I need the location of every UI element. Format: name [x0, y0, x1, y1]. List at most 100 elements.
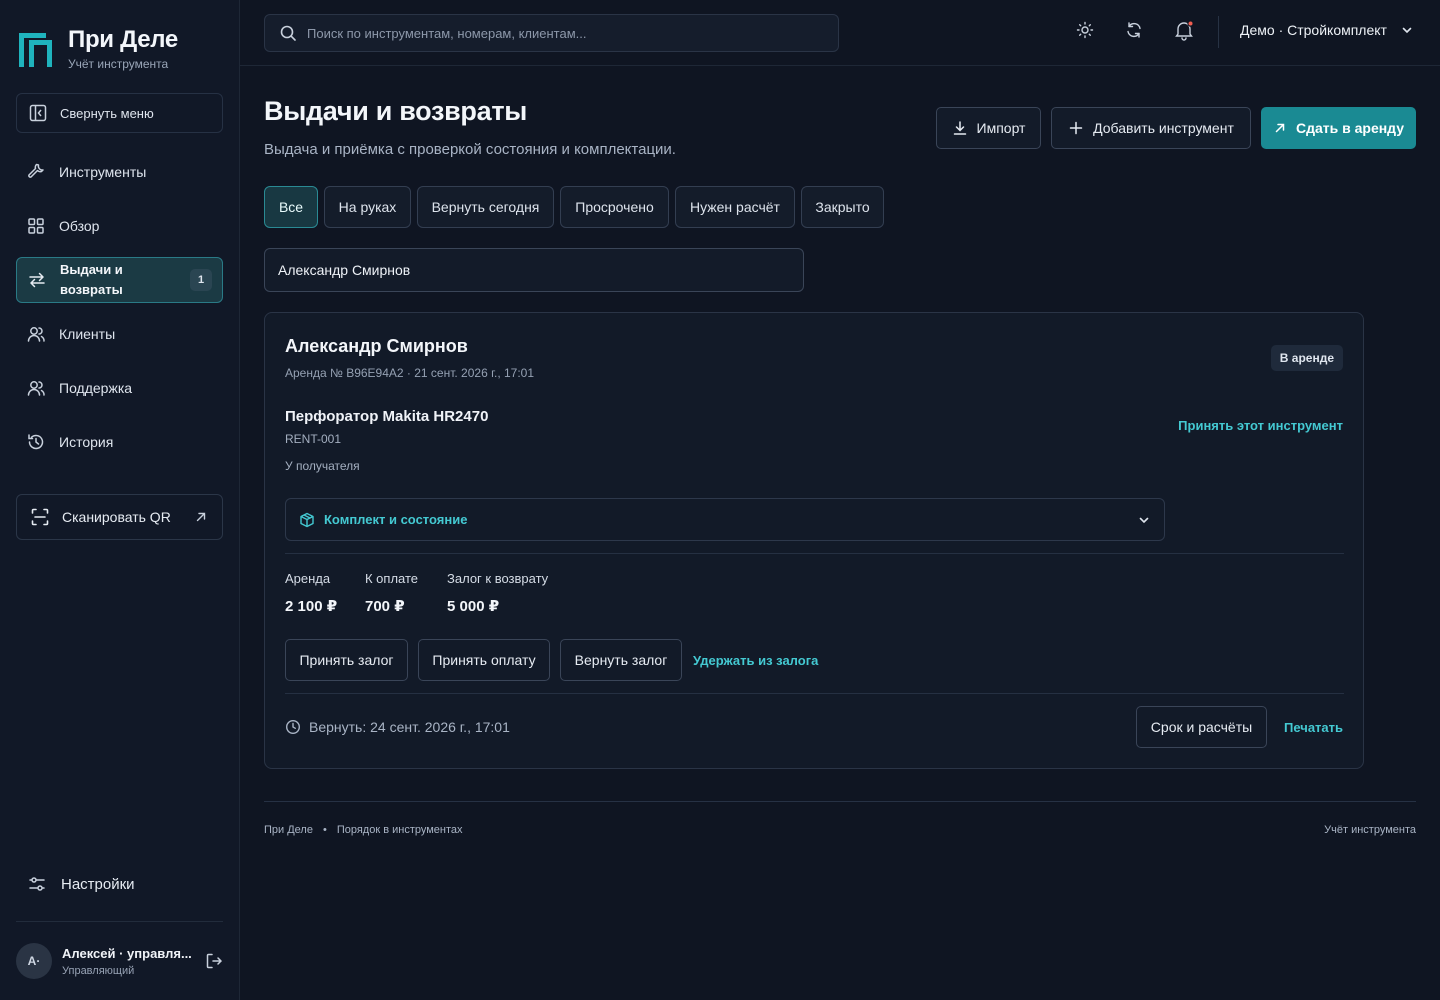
filter-tab-label: Закрыто — [815, 199, 870, 215]
footer-dot: • — [322, 824, 327, 836]
sidebar-item-tools[interactable]: Инструменты — [16, 149, 223, 195]
qr-scan-icon — [31, 508, 49, 526]
terms-button[interactable]: Срок и расчёты — [1136, 706, 1267, 748]
search-input[interactable] — [307, 25, 827, 41]
divider — [285, 693, 1344, 694]
accept-payment-button[interactable]: Принять оплату — [418, 639, 550, 681]
scan-qr-label: Сканировать QR — [62, 509, 171, 525]
search-box[interactable] — [264, 14, 839, 52]
divider — [264, 801, 1416, 802]
organization-select[interactable]: Демо · Стройкомплект — [1240, 22, 1413, 38]
clock-icon — [285, 719, 301, 735]
sidebar-item-clients[interactable]: Клиенты — [16, 311, 223, 357]
sidebar-item-label: Инструменты — [59, 164, 147, 180]
accept-tool-link[interactable]: Принять этот инструмент — [1178, 418, 1343, 433]
client-filter-field[interactable]: Александр Смирнов — [264, 248, 804, 292]
accept-deposit-button[interactable]: Принять залог — [285, 639, 408, 681]
tool-code: RENT-001 — [285, 432, 342, 446]
filter-tab-label: Просрочено — [575, 199, 654, 215]
rental-client-name: Александр Смирнов — [285, 336, 468, 356]
filter-tab-label: Нужен расчёт — [690, 199, 780, 215]
amount-to-pay: К оплате 700 ₽ — [365, 571, 418, 615]
filter-tab-needs-settlement[interactable]: Нужен расчёт — [675, 186, 795, 228]
package-icon — [300, 512, 314, 527]
filter-tab-label: Все — [278, 199, 304, 215]
chevron-down-icon — [1402, 27, 1412, 34]
external-arrow-icon — [196, 512, 206, 522]
filter-tab-label: Вернуть сегодня — [431, 199, 540, 215]
rent-out-label: Сдать в аренду — [1295, 120, 1405, 136]
users-icon — [27, 381, 45, 396]
bell-icon[interactable] — [1173, 19, 1195, 41]
chevron-down-icon — [1139, 517, 1149, 524]
client-filter-value: Александр Смирнов — [278, 262, 411, 278]
sidebar-item-label: Выдачи и возвраты — [60, 262, 123, 297]
refresh-icon[interactable] — [1125, 21, 1143, 39]
footer-left: При Деле • Порядок в инструментах — [264, 824, 463, 836]
return-due-text: Вернуть: 24 сент. 2026 г., 17:01 — [309, 719, 510, 735]
scan-qr-button[interactable]: Сканировать QR — [16, 494, 223, 540]
kit-condition-label: Комплект и состояние — [324, 512, 468, 527]
filter-tab-overdue[interactable]: Просрочено — [560, 186, 669, 228]
rental-meta: Аренда № B96E94A2 · 21 сент. 2026 г., 17… — [285, 366, 535, 380]
sidebar-item-settings[interactable]: Настройки — [16, 862, 223, 906]
page-subtitle: Выдача и приёмка с проверкой состояния и… — [264, 141, 676, 158]
wrench-icon — [28, 163, 44, 178]
sidebar-item-history[interactable]: История — [16, 419, 223, 465]
amount-value: 5 000 ₽ — [447, 598, 500, 615]
amount-label: Залог к возврату — [447, 571, 549, 586]
button-label: Принять оплату — [432, 652, 536, 668]
amount-deposit: Залог к возврату 5 000 ₽ — [447, 571, 548, 615]
collapse-menu-button[interactable]: Свернуть меню — [16, 93, 223, 133]
user-name: Алексей · управля... — [62, 945, 192, 961]
search-icon — [280, 25, 296, 41]
brand[interactable]: При Деле Учёт инструмента — [16, 26, 178, 71]
kit-condition-accordion[interactable]: Комплект и состояние — [285, 498, 1165, 541]
brand-logo-icon — [19, 33, 52, 67]
sidebar: При Деле Учёт инструмента Свернуть меню … — [0, 0, 240, 1000]
return-due: Вернуть: 24 сент. 2026 г., 17:01 — [285, 719, 510, 735]
page-title: Выдачи и возвраты — [264, 96, 528, 126]
logout-icon[interactable] — [205, 952, 223, 970]
withhold-deposit-link[interactable]: Удержать из залога — [693, 653, 818, 668]
filter-tab-all[interactable]: Все — [264, 186, 318, 228]
sidebar-item-overview[interactable]: Обзор — [16, 203, 223, 249]
import-label: Импорт — [976, 120, 1026, 136]
sidebar-item-rentals[interactable]: Выдачи и возвраты 1 — [16, 257, 223, 303]
footer-brand: При Деле — [264, 824, 313, 836]
button-label: Вернуть залог — [574, 652, 668, 668]
button-label: Срок и расчёты — [1150, 719, 1253, 735]
sun-theme-icon[interactable] — [1076, 21, 1094, 39]
sidebar-item-support[interactable]: Поддержка — [16, 365, 223, 411]
sidebar-item-label: Настройки — [61, 875, 135, 893]
sliders-icon — [29, 877, 45, 891]
rent-out-button[interactable]: Сдать в аренду — [1261, 107, 1416, 149]
add-tool-label: Добавить инструмент — [1093, 120, 1234, 136]
filter-tab-in-hands[interactable]: На руках — [324, 186, 411, 228]
tool-name: Перфоратор Makita HR2470 — [285, 408, 489, 425]
sidebar-collapse-icon — [29, 104, 47, 122]
button-label: Принять залог — [299, 652, 394, 668]
user-role: Управляющий — [62, 964, 135, 977]
filter-tab-label: На руках — [338, 199, 397, 215]
grid-icon — [28, 218, 44, 234]
avatar: А· — [16, 943, 52, 979]
brand-title: При Деле — [68, 26, 178, 53]
user-block[interactable]: А· Алексей · управля... Управляющий — [16, 942, 223, 980]
brand-subtitle: Учёт инструмента — [68, 57, 169, 71]
print-link[interactable]: Печатать — [1284, 720, 1343, 735]
divider — [285, 553, 1344, 554]
return-deposit-button[interactable]: Вернуть залог — [560, 639, 682, 681]
import-button[interactable]: Импорт — [936, 107, 1041, 149]
sidebar-item-label: Поддержка — [59, 380, 133, 396]
download-icon — [953, 121, 966, 135]
filter-tab-closed[interactable]: Закрыто — [801, 186, 884, 228]
plus-icon — [1069, 121, 1083, 135]
sidebar-item-label: Клиенты — [59, 326, 116, 342]
footer-slogan: Порядок в инструментах — [336, 824, 463, 836]
amount-rent: Аренда 2 100 ₽ — [285, 571, 337, 615]
swap-arrows-icon — [29, 272, 45, 288]
add-tool-button[interactable]: Добавить инструмент — [1051, 107, 1251, 149]
amount-value: 2 100 ₽ — [285, 598, 338, 615]
filter-tab-due-today[interactable]: Вернуть сегодня — [417, 186, 554, 228]
